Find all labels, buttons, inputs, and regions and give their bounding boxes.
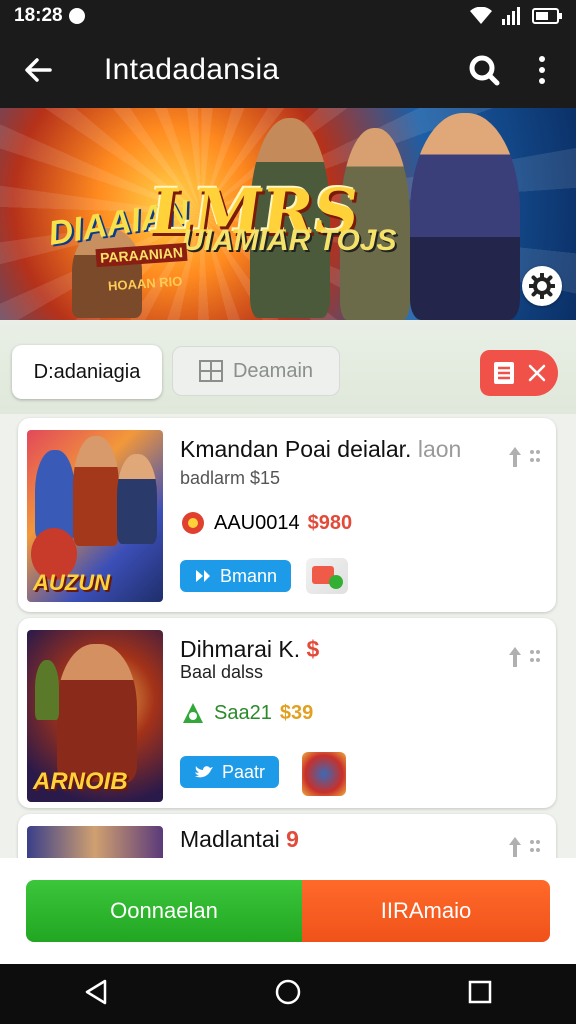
game-name: Kmandan Poai deialar. laon bbox=[180, 436, 462, 462]
play-button[interactable]: Bmann bbox=[180, 560, 292, 592]
price-row: AAU0014 $980 bbox=[180, 510, 352, 536]
more-dots-icon bbox=[530, 840, 540, 852]
list-item[interactable]: AUZUN Kmandan Poai deialar. laon badlarm… bbox=[18, 418, 556, 612]
gear-icon bbox=[529, 273, 555, 299]
notification-icon bbox=[68, 8, 85, 24]
filter-clear-button[interactable] bbox=[480, 350, 558, 396]
back-arrow-icon bbox=[25, 58, 52, 82]
more-dots-icon bbox=[530, 450, 540, 462]
close-icon bbox=[528, 364, 545, 382]
banner-character bbox=[410, 113, 520, 320]
list-icon bbox=[493, 362, 514, 384]
list-item[interactable]: Madlantai 9 bbox=[18, 814, 556, 859]
price-label: Saa21 bbox=[214, 701, 272, 724]
nav-home-button[interactable] bbox=[275, 979, 301, 1010]
gift-card-icon[interactable] bbox=[306, 558, 348, 594]
gift-card-icon-glyph bbox=[312, 566, 343, 589]
signal-icon bbox=[502, 7, 520, 25]
gem-icon bbox=[182, 512, 204, 534]
primary-cta-label: Oonnaelan bbox=[110, 898, 218, 923]
controller-icon bbox=[196, 570, 210, 582]
game-name: Madlantai 9 bbox=[180, 826, 299, 852]
tab-active-label: D:adaniagia bbox=[33, 360, 141, 383]
game-thumbnail: AUZUN bbox=[27, 430, 163, 602]
game-thumbnail: ARNOIB bbox=[27, 630, 163, 802]
share-button[interactable]: Paatr bbox=[180, 756, 280, 788]
more-options-button[interactable] bbox=[518, 46, 566, 94]
wifi-icon bbox=[470, 7, 492, 24]
tab-inactive[interactable]: Deamain bbox=[172, 346, 340, 396]
app-bar-actions bbox=[460, 46, 566, 94]
app-bar: Intadadansia bbox=[0, 32, 576, 108]
page-title: Intadadansia bbox=[104, 53, 280, 86]
thumb-character bbox=[35, 660, 59, 720]
status-icons bbox=[470, 7, 562, 25]
app-screen: 18:28 Intadadansia DIAAIAN LMRS UIAMIAR … bbox=[0, 0, 576, 1024]
back-triangle-icon bbox=[85, 979, 106, 1004]
banner-logo-subtitle: UIAMIAR TOJS bbox=[182, 224, 397, 257]
nav-back-button[interactable] bbox=[84, 979, 108, 1010]
thumb-title: ARNOIB bbox=[33, 768, 128, 795]
search-icon bbox=[469, 55, 500, 86]
promo-banner[interactable]: DIAAIAN LMRS bbox=[0, 108, 576, 320]
thumb-character bbox=[57, 644, 137, 782]
game-mini-icon[interactable] bbox=[302, 752, 346, 796]
price-value: $980 bbox=[307, 511, 353, 534]
more-dots-icon bbox=[530, 650, 540, 662]
tab-active[interactable]: D:adaniagia bbox=[12, 345, 162, 399]
system-nav-bar bbox=[0, 964, 576, 1024]
list-item[interactable]: ARNOIB Dihmarai K. $ Baal dalss Saa21 $3… bbox=[18, 618, 556, 808]
nav-recents-button[interactable] bbox=[468, 980, 492, 1009]
leaf-icon bbox=[183, 703, 203, 723]
share-button-label: Paatr bbox=[222, 761, 266, 782]
secondary-cta-button[interactable]: IIRAmaio bbox=[302, 880, 550, 942]
secondary-cta-label: IIRAmaio bbox=[380, 898, 472, 923]
game-thumbnail bbox=[27, 826, 163, 859]
pin-icon bbox=[509, 837, 521, 857]
item-more[interactable] bbox=[508, 646, 540, 668]
thumb-character bbox=[35, 450, 75, 540]
more-vert-icon bbox=[539, 56, 545, 84]
thumb-character bbox=[117, 454, 157, 544]
tab-inactive-label: Deamain bbox=[232, 359, 314, 382]
status-time: 18:28 bbox=[14, 5, 63, 26]
play-button-label: Bmann bbox=[220, 565, 278, 586]
thumb-title: AUZUN bbox=[33, 570, 110, 595]
primary-cta-button[interactable]: Oonnaelan bbox=[26, 880, 302, 942]
game-list: AUZUN Kmandan Poai deialar. laon badlarm… bbox=[0, 414, 576, 859]
recents-square-icon bbox=[469, 980, 492, 1003]
game-name: Dihmarai K. $ bbox=[180, 636, 320, 662]
back-button[interactable] bbox=[0, 32, 76, 108]
item-more[interactable] bbox=[508, 446, 540, 468]
thumb-character bbox=[73, 436, 119, 546]
search-button[interactable] bbox=[460, 46, 508, 94]
item-more[interactable] bbox=[508, 836, 540, 858]
price-value: $39 bbox=[279, 701, 314, 724]
pin-icon bbox=[509, 447, 521, 467]
price-label: AAU0014 bbox=[214, 511, 300, 534]
battery-icon bbox=[532, 8, 562, 24]
status-bar: 18:28 bbox=[0, 0, 576, 32]
home-circle-icon bbox=[275, 979, 301, 1004]
bird-icon bbox=[195, 766, 213, 778]
game-subtitle: Baal dalss bbox=[180, 662, 264, 682]
game-subtitle: badlarm $15 bbox=[180, 468, 281, 488]
banner-settings-button[interactable] bbox=[522, 266, 562, 306]
pin-icon bbox=[509, 647, 521, 667]
price-row: Saa21 $39 bbox=[180, 700, 313, 726]
grid-icon bbox=[198, 360, 223, 382]
